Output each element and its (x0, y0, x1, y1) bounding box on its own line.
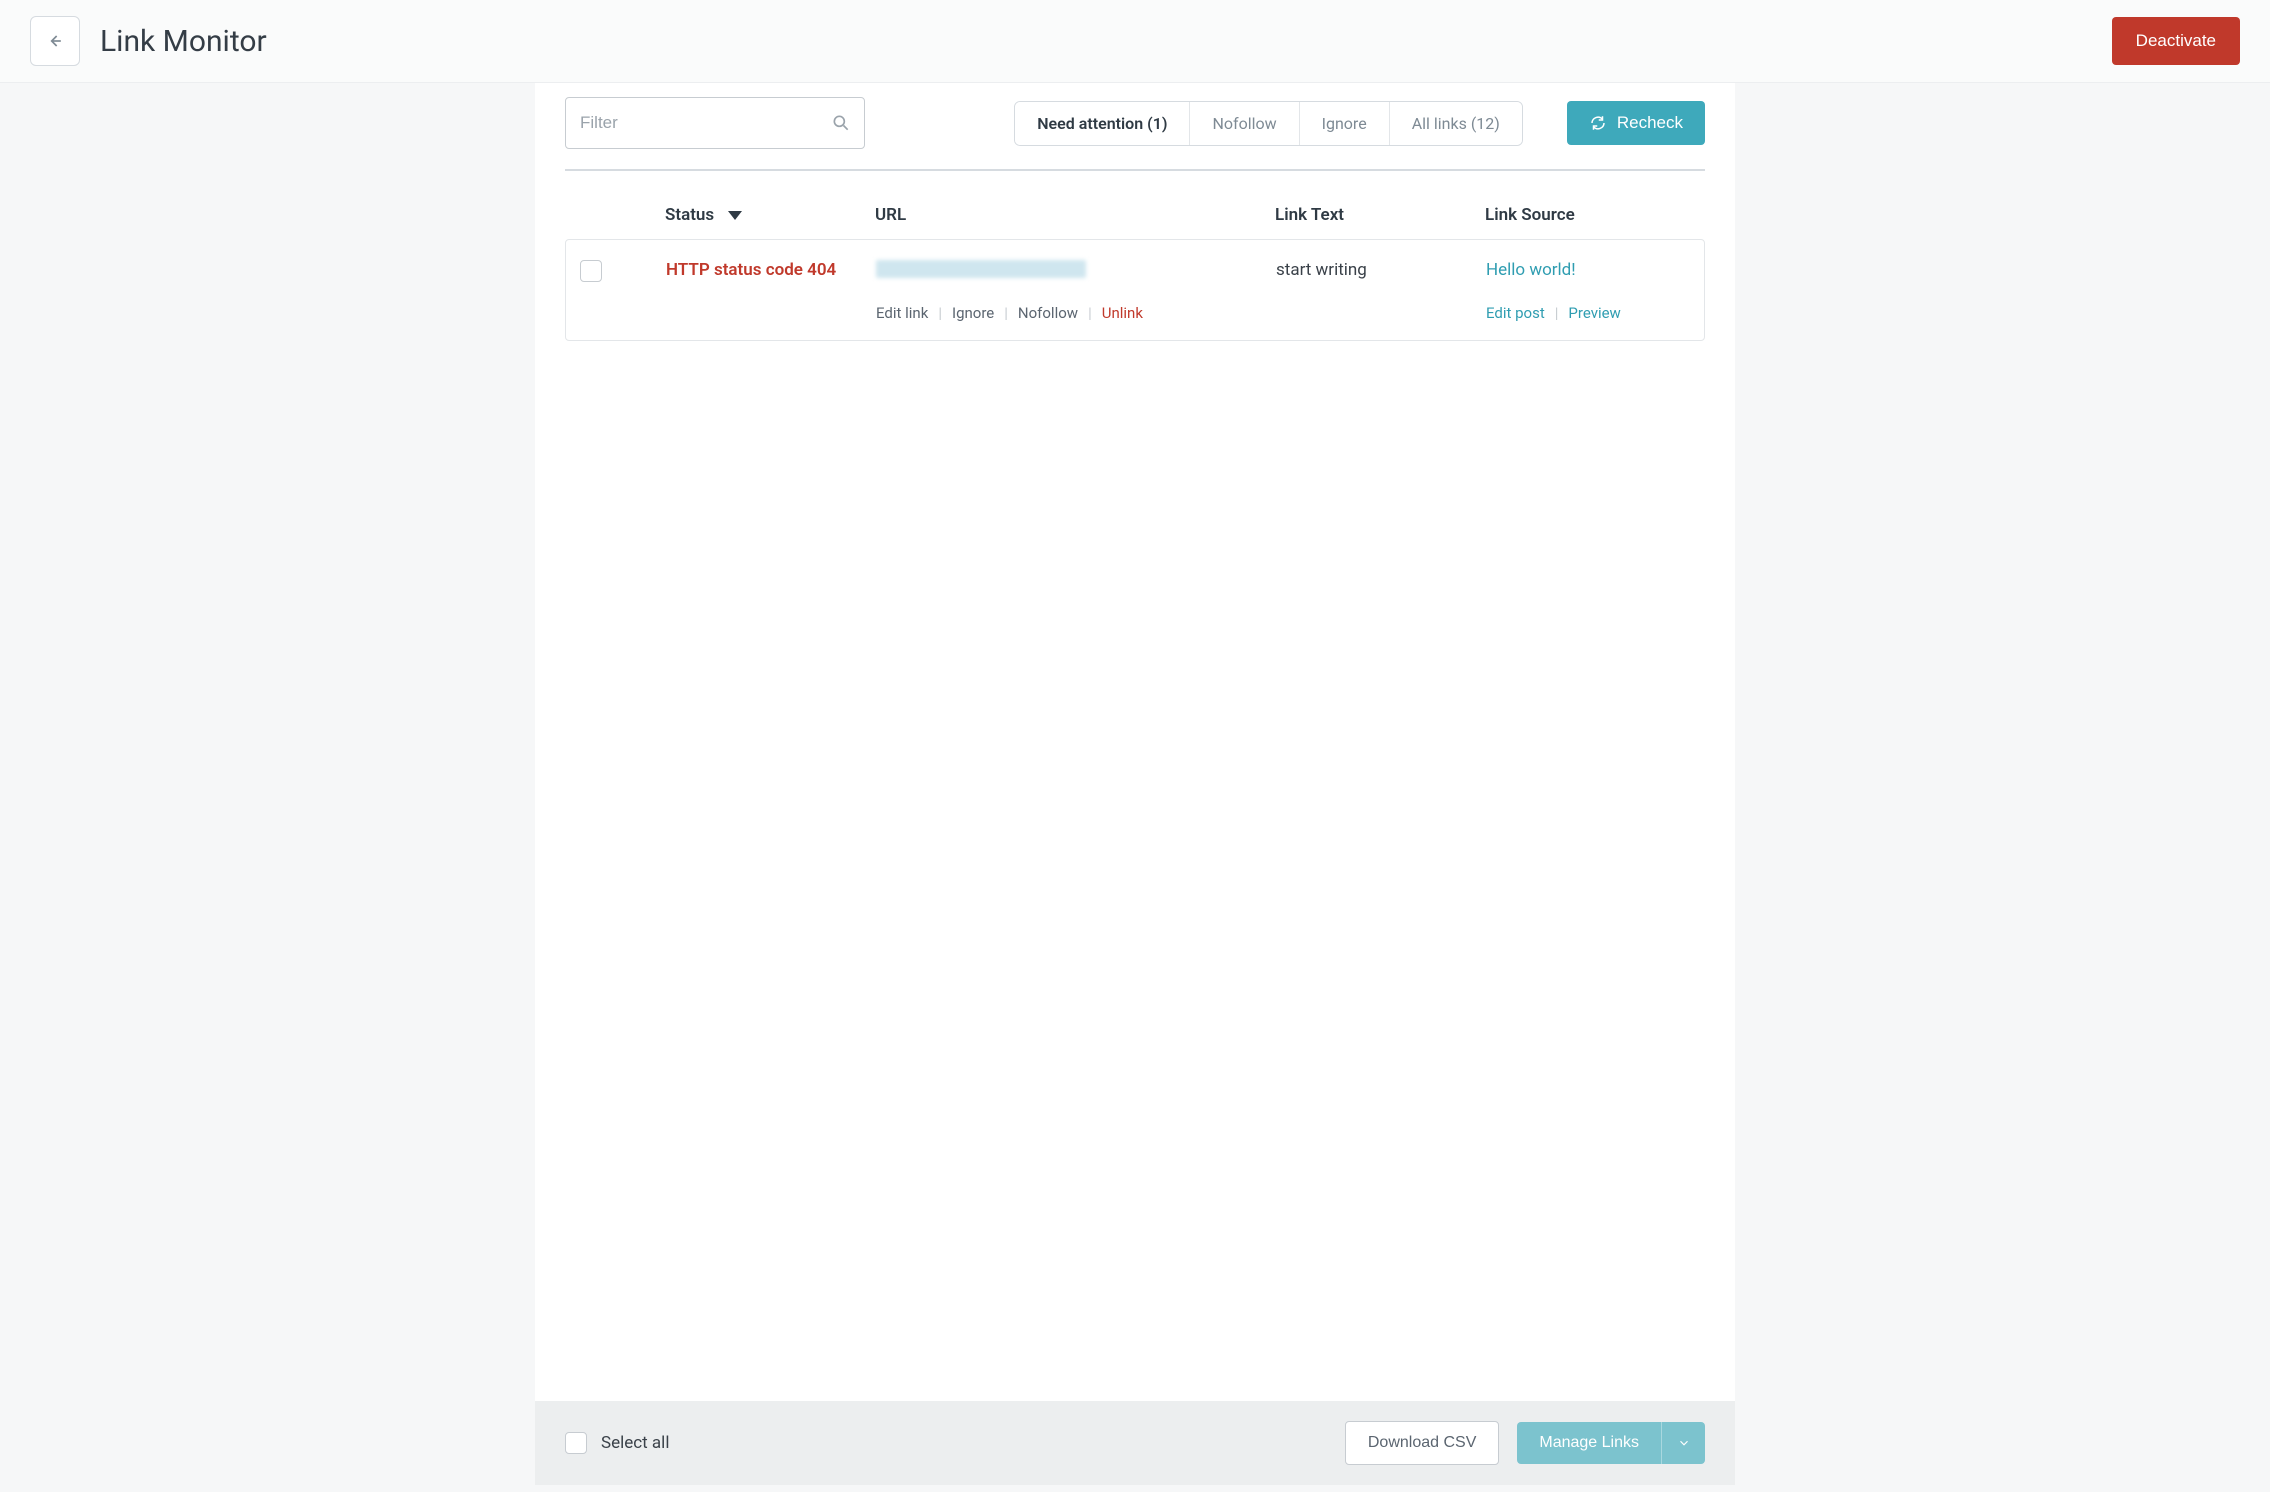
arrow-left-icon (45, 31, 65, 51)
url-blurred (876, 260, 1086, 278)
col-status-label: Status (665, 205, 714, 225)
select-all-label[interactable]: Select all (601, 1433, 669, 1453)
tab-need-attention[interactable]: Need attention (1) (1015, 102, 1190, 145)
action-ignore[interactable]: Ignore (952, 304, 994, 322)
col-url[interactable]: URL (875, 205, 1275, 225)
deactivate-button[interactable]: Deactivate (2112, 17, 2240, 65)
row-checkbox[interactable] (580, 260, 602, 282)
table-row: HTTP status code 404 start writing Hello… (565, 239, 1705, 341)
row-link-source: Hello world! (1486, 260, 1690, 286)
back-button[interactable] (30, 16, 80, 66)
action-edit-link[interactable]: Edit link (876, 304, 928, 322)
download-csv-button[interactable]: Download CSV (1345, 1421, 1500, 1465)
recheck-label: Recheck (1617, 113, 1683, 133)
col-status[interactable]: Status (665, 205, 875, 225)
col-link-source[interactable]: Link Source (1485, 205, 1705, 225)
tab-nofollow[interactable]: Nofollow (1190, 102, 1299, 145)
select-all-checkbox[interactable] (565, 1432, 587, 1454)
recheck-button[interactable]: Recheck (1567, 101, 1705, 145)
manage-links-group: Manage Links (1517, 1422, 1705, 1464)
action-edit-post[interactable]: Edit post (1486, 304, 1545, 322)
divider (565, 169, 1705, 171)
tab-all-links[interactable]: All links (12) (1390, 102, 1522, 145)
row-status: HTTP status code 404 (666, 260, 876, 286)
link-source-link[interactable]: Hello world! (1486, 260, 1576, 280)
manage-links-dropdown[interactable] (1661, 1422, 1705, 1464)
row-source-actions: Edit post | Preview (1486, 304, 1690, 322)
row-link-text: start writing (1276, 260, 1486, 286)
action-unlink[interactable]: Unlink (1102, 304, 1143, 322)
col-link-text[interactable]: Link Text (1275, 205, 1485, 225)
filter-input[interactable] (565, 97, 865, 149)
row-url (876, 260, 1276, 286)
search-icon (831, 113, 851, 133)
refresh-icon (1589, 114, 1607, 132)
manage-links-button[interactable]: Manage Links (1517, 1422, 1661, 1464)
filter-wrap (565, 97, 865, 149)
caret-down-icon (728, 211, 742, 220)
table-header: Status URL Link Text Link Source (565, 191, 1705, 239)
chevron-down-icon (1677, 1436, 1691, 1450)
row-actions: Edit link | Ignore | Nofollow | Unlink (876, 304, 1276, 322)
page-title: Link Monitor (100, 24, 2112, 59)
tab-ignore[interactable]: Ignore (1300, 102, 1390, 145)
action-preview[interactable]: Preview (1568, 304, 1620, 322)
tab-group: Need attention (1) Nofollow Ignore All l… (1014, 101, 1523, 146)
action-nofollow[interactable]: Nofollow (1018, 304, 1078, 322)
